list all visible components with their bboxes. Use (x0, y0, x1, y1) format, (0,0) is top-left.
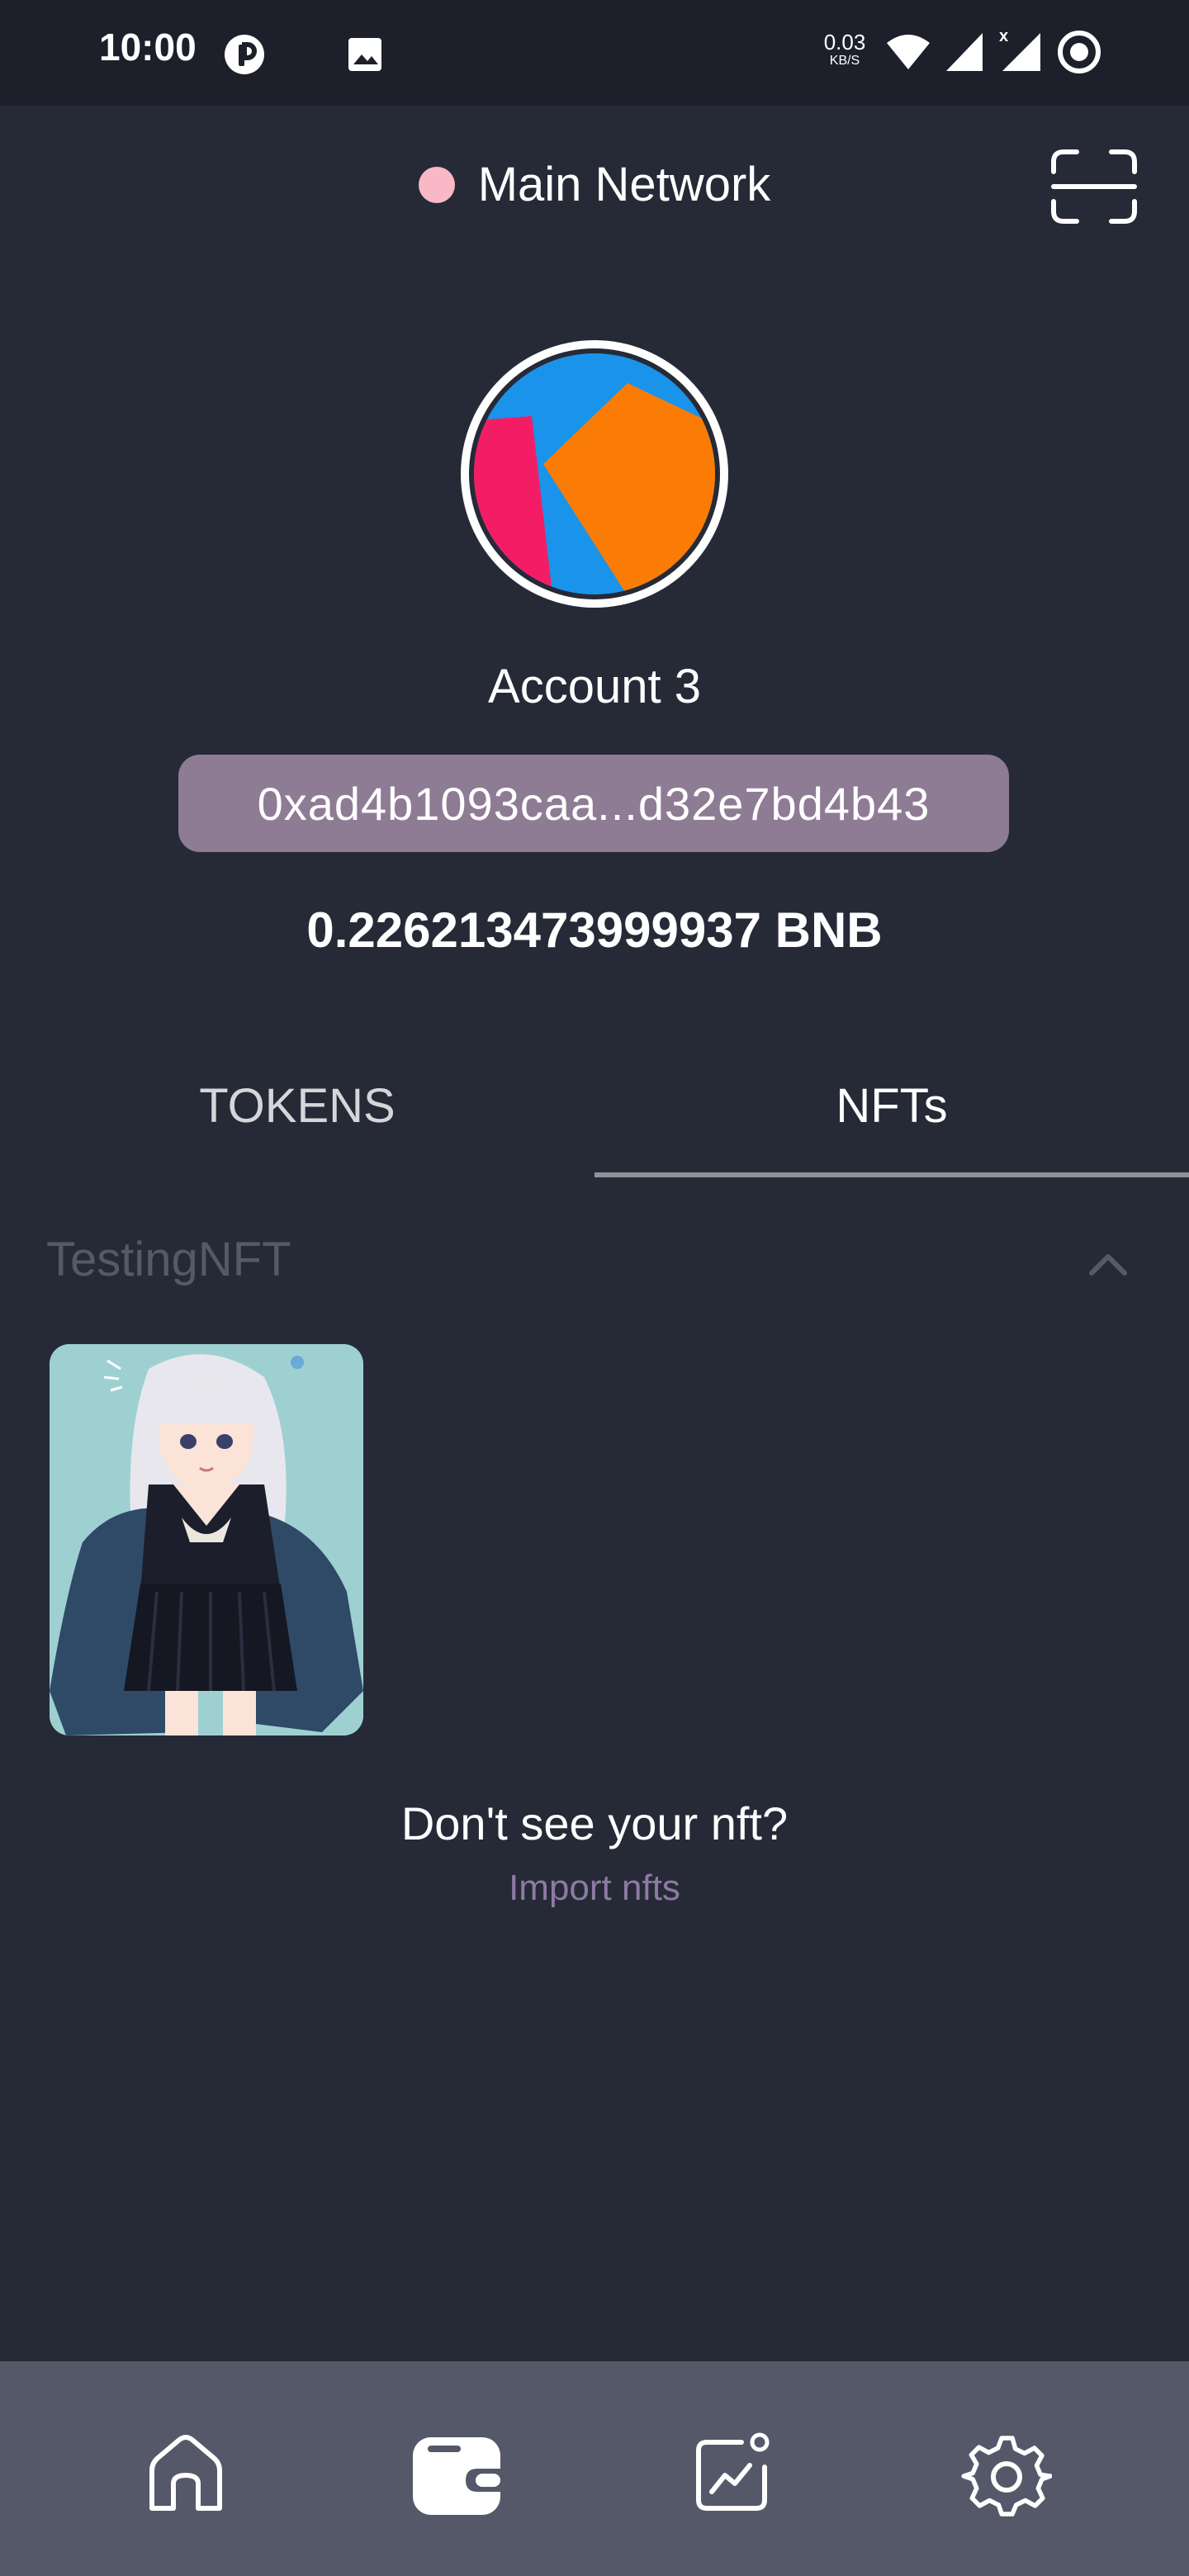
svg-text:x: x (999, 27, 1008, 45)
wallet-icon[interactable] (411, 2429, 502, 2520)
bottom-navigation (0, 2361, 1189, 2576)
asset-tabs: TOKENS NFTs (0, 1065, 1189, 1181)
record-icon (1058, 31, 1101, 73)
net-speed-value: 0.03 (823, 30, 866, 54)
nft-artwork (50, 1344, 363, 1735)
net-speed-unit: KB/S (829, 54, 860, 68)
home-icon[interactable] (140, 2429, 231, 2520)
account-balance: 0.226213473999937 BNB (306, 902, 883, 958)
wifi-icon (887, 35, 930, 69)
import-nfts-link[interactable]: Import nfts (0, 1868, 1189, 1909)
tab-tokens[interactable]: TOKENS (0, 1065, 594, 1181)
chevron-up-icon[interactable] (1087, 1247, 1130, 1280)
missing-nft-prompt: Don't see your nft? (400, 1797, 789, 1849)
scan-icon[interactable] (1049, 149, 1139, 225)
nft-card[interactable] (50, 1344, 363, 1735)
tab-nfts[interactable]: NFTs (594, 1065, 1189, 1181)
activity-chart-icon[interactable] (687, 2429, 778, 2520)
network-label: Main Network (477, 158, 771, 211)
account-name: Account 3 (488, 660, 701, 713)
signal-icon (946, 33, 983, 71)
net-speed: 0.03 KB/S (817, 31, 872, 68)
collection-title: TestingNFT (46, 1233, 291, 1286)
image-icon (348, 38, 381, 71)
signal-no-data-icon: x (999, 27, 1040, 71)
avatar-identicon (474, 353, 715, 594)
network-status-dot (418, 166, 455, 203)
network-selector[interactable]: Main Network (0, 157, 1189, 212)
settings-gear-icon[interactable] (961, 2429, 1052, 2520)
active-tab-indicator (594, 1172, 1189, 1177)
status-bar: 10:00 0.03 KB/S x (0, 0, 1189, 106)
account-address-pill[interactable]: 0xad4b1093caa...d32e7bd4b43 (178, 755, 1009, 852)
account-avatar[interactable] (461, 340, 728, 608)
notification-icon (225, 35, 264, 74)
status-time: 10:00 (99, 26, 197, 69)
